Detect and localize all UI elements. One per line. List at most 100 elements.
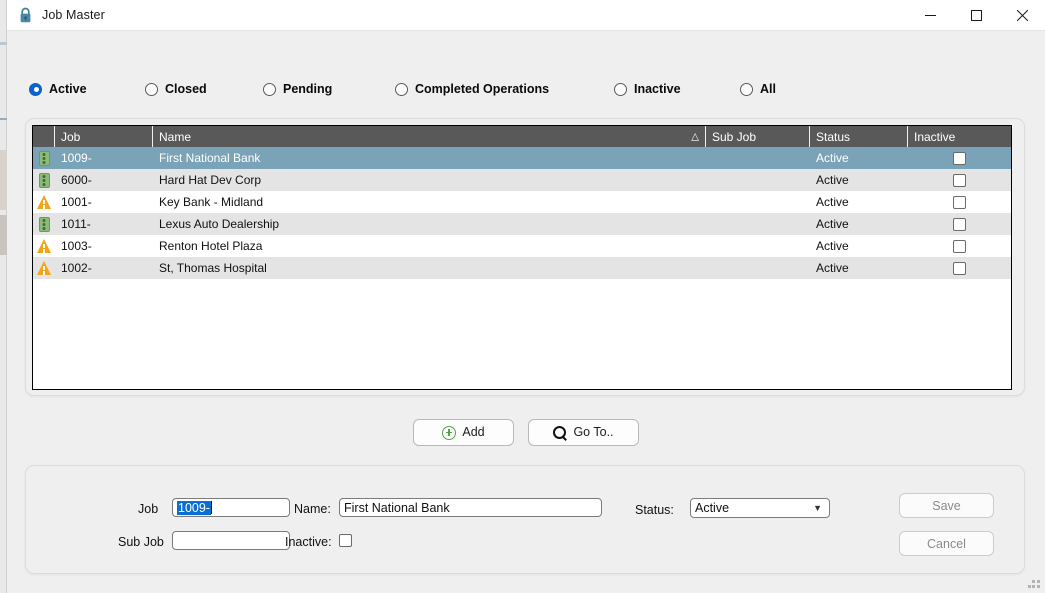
column-header-job-label: Job bbox=[61, 129, 81, 144]
cell-inactive-checkbox[interactable] bbox=[908, 191, 1011, 213]
radio-label-pending: Pending bbox=[283, 82, 333, 96]
signal-icon bbox=[33, 213, 55, 235]
radio-mark-pending bbox=[263, 82, 276, 96]
job-grid[interactable]: Job Name △ Sub Job Status Inactive 1009-… bbox=[32, 125, 1012, 390]
column-header-status[interactable]: Status bbox=[810, 126, 908, 147]
job-input[interactable]: 1009- bbox=[172, 498, 290, 517]
grid-header-row: Job Name △ Sub Job Status Inactive bbox=[33, 126, 1011, 147]
radio-mark-all bbox=[740, 82, 753, 96]
maximize-button[interactable] bbox=[953, 0, 999, 31]
radio-label-closed: Closed bbox=[165, 82, 207, 96]
cell-status: Active bbox=[816, 261, 849, 275]
radio-pending[interactable]: Pending bbox=[263, 75, 332, 103]
radio-closed[interactable]: Closed bbox=[145, 75, 207, 103]
cell-inactive-checkbox[interactable] bbox=[908, 169, 1011, 191]
add-button-label: Add bbox=[462, 425, 485, 440]
signal-icon bbox=[33, 169, 55, 191]
cell-name: Lexus Auto Dealership bbox=[159, 217, 280, 231]
cell-name: Key Bank - Midland bbox=[159, 195, 264, 209]
cell-status: Active bbox=[816, 195, 849, 209]
table-row[interactable]: 6000- Hard Hat Dev Corp Active bbox=[33, 169, 1011, 191]
cancel-button[interactable]: Cancel bbox=[899, 531, 994, 556]
table-row[interactable]: 1001- Key Bank - Midland Active bbox=[33, 191, 1011, 213]
cell-sub-job bbox=[706, 257, 810, 279]
column-header-inactive[interactable]: Inactive bbox=[908, 126, 1011, 147]
chevron-down-icon: ▼ bbox=[813, 503, 822, 513]
cancel-button-label: Cancel bbox=[927, 536, 966, 551]
cell-status: Active bbox=[816, 217, 849, 231]
column-header-icon[interactable] bbox=[33, 126, 55, 147]
table-row[interactable]: 1011- Lexus Auto Dealership Active bbox=[33, 213, 1011, 235]
minimize-button[interactable] bbox=[907, 0, 953, 31]
go-to-button[interactable]: Go To.. bbox=[528, 419, 639, 446]
client-area: Active Closed Pending Completed Operatio… bbox=[7, 31, 1045, 593]
job-master-window: Job Master Active Closed Pending Complet… bbox=[0, 0, 1045, 593]
inactive-checkbox[interactable] bbox=[339, 534, 352, 547]
status-filter-group: Active Closed Pending Completed Operatio… bbox=[7, 75, 1045, 103]
grid-actions: Add Go To.. bbox=[7, 419, 1045, 449]
cell-sub-job bbox=[706, 213, 810, 235]
status-field-label: Status: bbox=[635, 503, 674, 517]
cell-job: 1003- bbox=[61, 239, 92, 253]
job-list-panel: Job Name △ Sub Job Status Inactive 1009-… bbox=[25, 118, 1025, 396]
cell-inactive-checkbox[interactable] bbox=[908, 147, 1011, 169]
radio-completed-operations[interactable]: Completed Operations bbox=[395, 75, 549, 103]
sub-job-field-label: Sub Job bbox=[118, 535, 164, 549]
inactive-field-label: Inactive: bbox=[285, 535, 332, 549]
column-header-status-label: Status bbox=[816, 129, 851, 144]
cell-status: Active bbox=[816, 151, 849, 165]
cell-job: 1011- bbox=[61, 217, 91, 231]
column-header-job[interactable]: Job bbox=[55, 126, 153, 147]
radio-inactive[interactable]: Inactive bbox=[614, 75, 681, 103]
add-button[interactable]: Add bbox=[413, 419, 514, 446]
close-button[interactable] bbox=[999, 0, 1045, 31]
table-row[interactable]: 1003- Renton Hotel Plaza Active bbox=[33, 235, 1011, 257]
status-select[interactable]: Active ▼ bbox=[690, 498, 830, 518]
plus-circle-icon bbox=[442, 425, 457, 440]
column-header-name-label: Name bbox=[159, 129, 192, 144]
save-button-label: Save bbox=[932, 498, 961, 513]
column-header-inactive-label: Inactive bbox=[914, 129, 956, 144]
sub-job-input[interactable] bbox=[172, 531, 290, 550]
cell-sub-job bbox=[706, 235, 810, 257]
cell-job: 1001- bbox=[61, 195, 92, 209]
go-to-button-label: Go To.. bbox=[573, 425, 614, 440]
save-button[interactable]: Save bbox=[899, 493, 994, 518]
radio-label-active: Active bbox=[49, 82, 87, 96]
signal-icon bbox=[33, 147, 55, 169]
cell-status: Active bbox=[816, 173, 849, 187]
radio-label-all: All bbox=[760, 82, 776, 96]
radio-label-inactive: Inactive bbox=[634, 82, 681, 96]
radio-label-completed-operations: Completed Operations bbox=[415, 82, 550, 96]
job-input-value: 1009- bbox=[177, 500, 211, 515]
cell-name: Renton Hotel Plaza bbox=[159, 239, 263, 253]
warning-icon bbox=[33, 257, 55, 279]
resize-grip[interactable] bbox=[1028, 576, 1041, 589]
radio-mark-completed-operations bbox=[395, 82, 408, 96]
warning-icon bbox=[33, 235, 55, 257]
cell-inactive-checkbox[interactable] bbox=[908, 213, 1011, 235]
cell-sub-job bbox=[706, 169, 810, 191]
cell-inactive-checkbox[interactable] bbox=[908, 257, 1011, 279]
lock-icon bbox=[16, 6, 34, 24]
table-row[interactable]: 1002- St, Thomas Hospital Active bbox=[33, 257, 1011, 279]
name-input-value: First National Bank bbox=[344, 500, 450, 515]
cell-name: First National Bank bbox=[159, 151, 261, 165]
name-input[interactable]: First National Bank bbox=[339, 498, 602, 517]
cell-sub-job bbox=[706, 191, 810, 213]
radio-mark-inactive bbox=[614, 82, 627, 96]
column-header-name[interactable]: Name △ bbox=[153, 126, 706, 147]
radio-all[interactable]: All bbox=[740, 75, 776, 103]
radio-mark-active bbox=[29, 82, 42, 96]
column-header-sub-job[interactable]: Sub Job bbox=[706, 126, 810, 147]
table-row[interactable]: 1009- First National Bank Active bbox=[33, 147, 1011, 169]
window-title: Job Master bbox=[42, 8, 105, 22]
cell-job: 6000- bbox=[61, 173, 92, 187]
cell-name: St, Thomas Hospital bbox=[159, 261, 267, 275]
radio-active[interactable]: Active bbox=[29, 75, 87, 103]
warning-icon bbox=[33, 191, 55, 213]
cell-sub-job bbox=[706, 147, 810, 169]
cell-inactive-checkbox[interactable] bbox=[908, 235, 1011, 257]
sort-ascending-icon: △ bbox=[691, 131, 699, 142]
job-detail-form: Job 1009- Sub Job Name: First National B… bbox=[25, 465, 1025, 574]
